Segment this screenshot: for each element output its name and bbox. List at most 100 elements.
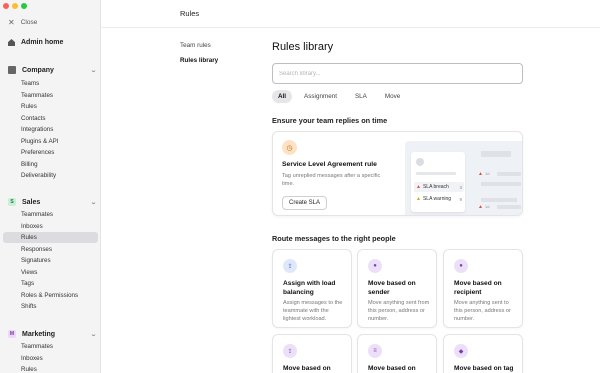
sidebar-item-deliverability[interactable]: Deliverability	[3, 170, 98, 181]
sidebar-item-plugins-api[interactable]: Plugins & API	[3, 136, 98, 147]
zoom-window-button[interactable]	[21, 3, 27, 9]
sla-warning-row: ▲ SLA warning 9	[414, 194, 464, 204]
admin-home-link[interactable]: Admin home	[8, 39, 63, 46]
sla-warning-label: SLA warning	[422, 196, 452, 202]
minimize-window-button[interactable]	[12, 3, 18, 9]
filter-tabs: All Assignment SLA Move	[272, 90, 406, 103]
rule-card-move-recipient[interactable]: ● Move based on recipient Move anything …	[443, 249, 523, 328]
promo-description: Tag unreplied messages after a specific …	[282, 173, 381, 188]
card-title: Assign with load balancing	[283, 280, 336, 296]
sidebar-item-integrations[interactable]: Integrations	[3, 124, 98, 135]
sidebar: ✕ Close Admin home Company ⌄ Teams Teamm…	[0, 0, 101, 373]
card-title: Move based on	[368, 365, 416, 372]
warning-icon: ▲	[416, 184, 421, 190]
fire-icon: ▲	[478, 171, 483, 177]
placeholder-line	[481, 151, 511, 157]
rules-subnav: Team rules Rules library	[180, 42, 218, 72]
placeholder-line	[497, 205, 521, 209]
card-description: Assign messages to the teammate with the…	[283, 300, 343, 323]
company-section-header[interactable]: Company ⌄	[8, 66, 97, 74]
close-settings-button[interactable]: ✕ Close	[8, 18, 37, 27]
sla-illustration: ▲ SLA breach 3 ▲ SLA warning 9 ▲ 1d ▲ 1d	[405, 141, 522, 215]
section-title-route-messages: Route messages to the right people	[272, 234, 396, 243]
card-title: Move based on	[283, 365, 331, 372]
building-icon	[8, 66, 16, 74]
home-icon	[8, 39, 15, 46]
placeholder-line	[497, 172, 521, 176]
sla-warning-count: 9	[459, 196, 462, 202]
sidebar-item-sales-rules[interactable]: Rules	[3, 232, 98, 243]
sla-breach-count: 3	[459, 184, 462, 190]
card-description: Move anything sent from this person, add…	[368, 300, 430, 323]
fire-icon: ▲	[478, 204, 483, 210]
assign-icon: ⇪	[283, 344, 297, 358]
rule-card-load-balancing[interactable]: ⇪ Assign with load balancing Assign mess…	[272, 249, 352, 328]
rule-card-move-sender[interactable]: ● Move based on sender Move anything sen…	[357, 249, 437, 328]
sidebar-item-marketing-inboxes[interactable]: Inboxes	[3, 353, 98, 364]
sidebar-item-marketing-teammates[interactable]: Teammates	[3, 341, 98, 352]
close-label: Close	[20, 19, 38, 26]
close-window-button[interactable]	[3, 3, 9, 9]
sidebar-item-preferences[interactable]: Preferences	[3, 147, 98, 158]
section-title-reply-on-time: Ensure your team replies on time	[272, 116, 388, 125]
marketing-badge: M	[8, 330, 16, 338]
subnav-rules-library[interactable]: Rules library	[180, 57, 218, 64]
sidebar-item-teams[interactable]: Teams	[3, 78, 98, 89]
marketing-label: Marketing	[22, 330, 56, 338]
text-icon: ≡	[368, 344, 382, 358]
rule-card-move-based-on-2[interactable]: ≡ Move based on	[357, 334, 437, 373]
rule-card-move-based-on-1[interactable]: ⇪ Move based on	[272, 334, 352, 373]
sales-section-header[interactable]: S Sales ⌄	[8, 198, 97, 206]
sidebar-item-rules[interactable]: Rules	[3, 101, 98, 112]
card-description: Move anything sent to this person, addre…	[454, 300, 511, 323]
promo-title: Service Level Agreement rule	[282, 161, 377, 168]
avatar	[416, 158, 424, 166]
page-title: Rules	[180, 9, 200, 18]
time-tag: 1d	[485, 204, 490, 209]
close-icon: ✕	[8, 18, 15, 27]
sidebar-item-marketing-rules[interactable]: Rules	[3, 364, 98, 373]
user-icon: ●	[454, 259, 468, 273]
create-sla-button[interactable]: Create SLA	[282, 196, 328, 210]
sidebar-item-teammates[interactable]: Teammates	[3, 90, 98, 101]
user-icon: ●	[368, 259, 382, 273]
sidebar-item-sales-tags[interactable]: Tags	[3, 278, 98, 289]
admin-home-label: Admin home	[21, 39, 64, 46]
subnav-team-rules[interactable]: Team rules	[180, 42, 218, 49]
window-controls	[3, 3, 27, 9]
card-title: Move based on sender	[368, 280, 416, 296]
assign-icon: ⇪	[283, 259, 297, 273]
sidebar-item-sales-signatures[interactable]: Signatures	[3, 255, 98, 266]
rule-card-move-tag[interactable]: ◆ Move based on tag	[443, 334, 523, 373]
sidebar-item-sales-roles-permissions[interactable]: Roles & Permissions	[3, 290, 98, 301]
rules-library-title: Rules library	[272, 41, 334, 53]
placeholder-line	[416, 172, 456, 175]
sidebar-item-sales-views[interactable]: Views	[3, 267, 98, 278]
sidebar-item-sales-inboxes[interactable]: Inboxes	[3, 221, 98, 232]
company-label: Company	[22, 66, 54, 74]
tab-assignment[interactable]: Assignment	[298, 90, 343, 103]
top-bar: Rules	[101, 0, 600, 28]
sla-promo-card: ◷ Service Level Agreement rule Tag unrep…	[272, 131, 523, 216]
marketing-section-header[interactable]: M Marketing ⌄	[8, 330, 97, 338]
sales-label: Sales	[22, 198, 41, 206]
sla-breach-row: ▲ SLA breach 3	[414, 182, 464, 192]
sidebar-item-contacts[interactable]: Contacts	[3, 113, 98, 124]
clock-icon: ◷	[282, 140, 297, 155]
sidebar-item-billing[interactable]: Billing	[3, 159, 98, 170]
sales-badge: S	[8, 198, 16, 206]
placeholder-line	[481, 182, 521, 186]
tab-move[interactable]: Move	[379, 90, 406, 103]
warning-icon: ▲	[416, 196, 421, 202]
search-input[interactable]	[272, 63, 523, 84]
time-tag: 1d	[485, 171, 490, 176]
card-title: Move based on recipient	[454, 280, 502, 296]
sidebar-item-sales-shifts[interactable]: Shifts	[3, 301, 98, 312]
sidebar-item-sales-teammates[interactable]: Teammates	[3, 209, 98, 220]
sidebar-item-sales-responses[interactable]: Responses	[3, 244, 98, 255]
tab-sla[interactable]: SLA	[349, 90, 373, 103]
chevron-down-icon: ⌄	[90, 67, 97, 74]
chevron-down-icon: ⌄	[90, 199, 97, 206]
chevron-down-icon: ⌄	[90, 331, 97, 338]
tab-all[interactable]: All	[272, 90, 293, 103]
